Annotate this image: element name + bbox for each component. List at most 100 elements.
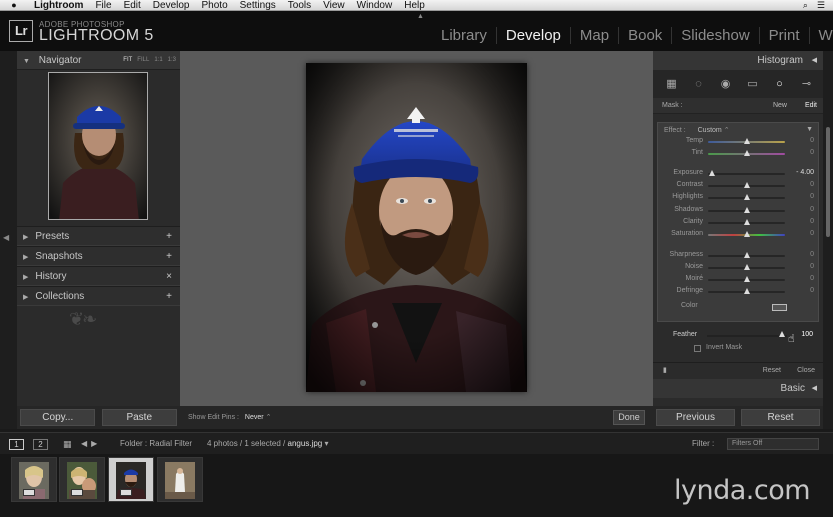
slider-value[interactable]: 0 <box>810 149 814 156</box>
filmstrip-thumb[interactable] <box>11 457 57 502</box>
menu-view[interactable]: View <box>323 0 345 11</box>
slider-track[interactable] <box>708 150 785 156</box>
zoom-fill[interactable]: FILL <box>137 51 149 70</box>
navigator-header[interactable]: ▼ Navigator FIT FILL 1:1 1:3 <box>17 51 180 70</box>
spotlight-icon[interactable]: ⌕ <box>803 0 808 11</box>
histogram-header[interactable]: Histogram ◀ <box>653 51 823 70</box>
effect-collapse-icon[interactable]: ▼ <box>806 126 813 133</box>
chevron-updown-icon[interactable]: ⌃ <box>266 414 272 421</box>
filter-select[interactable]: Filters Off <box>727 438 819 450</box>
presets-header[interactable]: ▶ Presets + <box>17 226 180 246</box>
slider-knob[interactable] <box>743 207 750 213</box>
module-book[interactable]: Book <box>618 27 671 44</box>
snapshots-header[interactable]: ▶ Snapshots + <box>17 246 180 266</box>
menu-app[interactable]: Lightroom <box>34 0 83 11</box>
close-mask-button[interactable]: Close <box>797 363 815 378</box>
module-map[interactable]: Map <box>569 27 618 44</box>
slider-track[interactable] <box>708 207 785 213</box>
apple-icon[interactable]: ● <box>8 0 20 11</box>
zoom-1-3[interactable]: 1:3 <box>168 51 176 70</box>
reset-button[interactable]: Reset <box>741 409 820 426</box>
slider-knob[interactable] <box>743 194 750 200</box>
add-snapshot-icon[interactable]: + <box>166 247 172 266</box>
red-eye-icon[interactable]: ◉ <box>717 77 734 91</box>
module-library[interactable]: Library <box>432 27 496 44</box>
menu-help[interactable]: Help <box>404 0 425 11</box>
slider-knob[interactable] <box>743 219 750 225</box>
filmstrip-thumb[interactable] <box>157 457 203 502</box>
history-header[interactable]: ▶ History × <box>17 266 180 286</box>
previous-button[interactable]: Previous <box>656 409 735 426</box>
slider-value[interactable]: 0 <box>810 137 814 144</box>
slider-value[interactable]: 0 <box>810 181 814 188</box>
right-panel-scrollbar[interactable] <box>826 127 830 237</box>
menu-develop[interactable]: Develop <box>153 0 190 11</box>
toggle-switch-icon[interactable]: ▮ <box>663 363 667 378</box>
slider-track[interactable] <box>708 231 785 237</box>
show-edit-pins-select[interactable]: Never <box>245 414 264 421</box>
slider-track[interactable] <box>708 288 785 294</box>
slider-value[interactable]: 0 <box>810 218 814 225</box>
slider-value[interactable]: 0 <box>810 193 814 200</box>
back-forward-arrows-icon[interactable]: ◀▶ <box>81 433 101 455</box>
graduated-filter-icon[interactable]: ▭ <box>744 77 761 91</box>
secondary-window-button[interactable]: 2 <box>33 439 48 450</box>
notification-icon[interactable]: ☰ <box>817 0 825 11</box>
slider-value[interactable]: 0 <box>810 206 814 213</box>
clear-history-icon[interactable]: × <box>166 267 172 286</box>
menu-photo[interactable]: Photo <box>202 0 228 11</box>
filmstrip-thumb-selected[interactable] <box>108 457 154 502</box>
effect-select[interactable]: Custom <box>698 127 722 134</box>
feather-value[interactable]: 100 <box>801 331 813 338</box>
menu-settings[interactable]: Settings <box>240 0 276 11</box>
current-filename[interactable]: angus.jpg <box>288 439 323 448</box>
color-swatch[interactable] <box>772 304 787 311</box>
mask-new-button[interactable]: New <box>773 98 787 114</box>
slider-track[interactable] <box>708 252 785 258</box>
slider-knob[interactable] <box>743 150 750 156</box>
module-slideshow[interactable]: Slideshow <box>671 27 758 44</box>
feather-slider-knob[interactable] <box>779 331 785 337</box>
slider-track[interactable] <box>708 276 785 282</box>
slider-value[interactable]: - 4.00 <box>796 169 814 176</box>
main-photo[interactable] <box>306 63 527 392</box>
source-folder[interactable]: Folder : Radial Filter <box>120 433 192 455</box>
spot-removal-icon[interactable]: ◌ <box>690 77 707 91</box>
radial-filter-icon[interactable]: ○ <box>771 77 788 91</box>
menu-file[interactable]: File <box>95 0 111 11</box>
invert-mask-checkbox[interactable] <box>694 345 701 352</box>
copy-settings-button[interactable]: Copy... <box>20 409 96 426</box>
filmstrip-thumb[interactable] <box>59 457 105 502</box>
menu-tools[interactable]: Tools <box>288 0 311 11</box>
slider-knob[interactable] <box>743 182 750 188</box>
primary-window-button[interactable]: 1 <box>9 439 24 450</box>
zoom-1-1[interactable]: 1:1 <box>154 51 162 70</box>
slider-knob[interactable] <box>743 276 750 282</box>
zoom-fit[interactable]: FIT <box>123 51 132 70</box>
slider-value[interactable]: 0 <box>810 263 814 270</box>
add-preset-icon[interactable]: + <box>166 227 172 246</box>
slider-track[interactable] <box>708 170 785 176</box>
module-web[interactable]: Web <box>808 27 833 44</box>
crop-grid-icon[interactable]: ▦ <box>663 77 680 91</box>
slider-value[interactable]: 0 <box>810 287 814 294</box>
menu-window[interactable]: Window <box>357 0 393 11</box>
done-button[interactable]: Done <box>613 410 645 425</box>
image-canvas[interactable]: Show Edit Pins : Never ⌃ Done <box>180 51 653 429</box>
collapse-top-arrow-icon[interactable]: ▲ <box>417 13 424 20</box>
collections-header[interactable]: ▶ Collections + <box>17 286 180 306</box>
menu-edit[interactable]: Edit <box>124 0 141 11</box>
add-collection-icon[interactable]: + <box>166 287 172 306</box>
adjustment-brush-icon[interactable]: ⊸ <box>798 77 815 91</box>
reset-mask-button[interactable]: Reset <box>763 363 781 378</box>
slider-knob[interactable] <box>743 231 750 237</box>
grid-view-icon[interactable]: ▦ <box>63 433 72 455</box>
slider-value[interactable]: 0 <box>810 251 814 258</box>
slider-value[interactable]: 0 <box>810 230 814 237</box>
module-develop[interactable]: Develop <box>495 27 570 44</box>
slider-value[interactable]: 0 <box>810 275 814 282</box>
right-panel-edge[interactable] <box>823 51 833 429</box>
basic-header[interactable]: Basic ◀ <box>653 379 823 398</box>
slider-knob[interactable] <box>743 138 750 144</box>
slider-track[interactable] <box>708 219 785 225</box>
